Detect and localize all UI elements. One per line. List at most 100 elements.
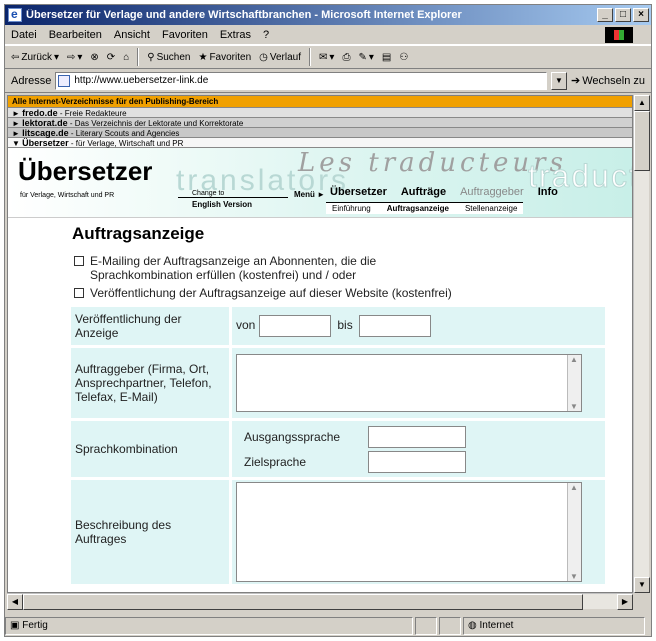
subnav-stellenanzeige[interactable]: Stellenanzeige bbox=[465, 204, 517, 213]
publication-option-label: Veröffentlichung der Auftragsanzeige auf… bbox=[90, 286, 452, 300]
description-textarea-scrollbar[interactable] bbox=[567, 483, 581, 581]
banner-word-traducteurs: Les traducteurs bbox=[298, 148, 567, 178]
edit-icon: ✎ bbox=[358, 51, 367, 63]
menu-bearbeiten[interactable]: Bearbeiten bbox=[49, 29, 102, 41]
main-nav: Übersetzer Aufträge Auftraggeber Info bbox=[330, 186, 558, 198]
status-zone-segment: ◍ Internet bbox=[463, 616, 645, 635]
page-done-icon: ▣ bbox=[10, 620, 23, 631]
browser-window: Übersetzer für Verlage und andere Wirtsc… bbox=[4, 4, 652, 637]
nav-auftraggeber[interactable]: Auftraggeber bbox=[460, 186, 524, 198]
print-button[interactable]: ⎙ bbox=[342, 52, 350, 63]
toolbar-separator bbox=[137, 48, 140, 66]
status-bar: ▣ Fertig ◍ Internet bbox=[5, 615, 651, 636]
toolbar-separator bbox=[309, 48, 312, 66]
address-dropdown-button[interactable]: ▼ bbox=[551, 71, 567, 90]
scroll-right-arrow-icon[interactable]: ▶ bbox=[617, 594, 633, 610]
address-bar: Adresse http://www.uebersetzer-link.de ▼… bbox=[5, 69, 651, 93]
horizontal-scrollbar[interactable]: ◀ ▶ bbox=[7, 593, 633, 610]
maximize-button[interactable]: □ bbox=[615, 8, 631, 22]
stop-icon: ⊗ bbox=[90, 51, 99, 63]
horizontal-scroll-thumb[interactable] bbox=[23, 594, 583, 610]
go-arrow-icon: ➔ bbox=[571, 75, 581, 87]
windows-logo-icon bbox=[605, 27, 633, 43]
bis-input[interactable] bbox=[359, 315, 432, 337]
scroll-left-arrow-icon[interactable]: ◀ bbox=[7, 594, 23, 610]
back-button[interactable]: ⇦ Zurück ▾ bbox=[11, 52, 59, 63]
nav-auftraege[interactable]: Aufträge bbox=[401, 186, 446, 198]
site-logo: Übersetzer bbox=[18, 156, 153, 186]
discuss-icon: ▤ bbox=[381, 51, 392, 63]
bis-label: bis bbox=[337, 318, 353, 333]
von-input[interactable] bbox=[258, 315, 331, 337]
publication-option: Veröffentlichung der Auftragsanzeige auf… bbox=[74, 286, 628, 300]
description-cell bbox=[232, 480, 605, 584]
target-lang-label: Zielsprache bbox=[244, 454, 307, 469]
favorites-icon: ★ bbox=[198, 51, 208, 63]
client-textarea[interactable] bbox=[236, 354, 582, 412]
emailing-option: E-Mailing der Auftragsanzeige an Abonnen… bbox=[74, 254, 628, 268]
description-textarea[interactable] bbox=[236, 482, 582, 582]
history-icon: ◷ bbox=[259, 51, 268, 63]
discuss-button[interactable]: ▤ bbox=[382, 52, 391, 63]
status-empty-segment bbox=[415, 616, 437, 635]
vertical-scrollbar[interactable]: ▲ ▼ bbox=[633, 95, 650, 593]
subnav-auftragsanzeige[interactable]: Auftragsanzeige bbox=[387, 204, 449, 213]
portal-link-lektorat[interactable]: ► lektorat.de - Das Verzeichnis der Lekt… bbox=[8, 118, 632, 128]
scroll-up-arrow-icon[interactable]: ▲ bbox=[634, 95, 650, 111]
address-url: http://www.uebersetzer-link.de bbox=[74, 75, 209, 86]
stop-button[interactable]: ⊗ bbox=[90, 52, 98, 63]
favorites-button[interactable]: ★ Favoriten bbox=[198, 52, 251, 63]
refresh-icon: ⟳ bbox=[106, 51, 116, 63]
vertical-scroll-thumb[interactable] bbox=[634, 111, 650, 171]
go-button[interactable]: ➔ Wechseln zu bbox=[571, 74, 651, 88]
status-text-segment: ▣ Fertig bbox=[5, 616, 413, 635]
language-cell: Ausgangssprache Zielsprache bbox=[232, 421, 605, 477]
menu-favoriten[interactable]: Favoriten bbox=[162, 29, 208, 41]
menu-help[interactable]: ? bbox=[263, 29, 269, 41]
edit-button[interactable]: ✎ ▾ bbox=[358, 52, 373, 63]
portal-link-litscage[interactable]: ► litscage.de - Literary Scouts and Agen… bbox=[8, 128, 632, 138]
forward-button[interactable]: ⇨ ▾ bbox=[67, 52, 82, 63]
page-icon bbox=[58, 74, 71, 87]
source-lang-input[interactable] bbox=[368, 425, 466, 448]
close-button[interactable]: × bbox=[633, 8, 649, 22]
nav-info[interactable]: Info bbox=[538, 186, 558, 198]
messenger-button[interactable]: ⚇ bbox=[399, 52, 408, 63]
portal-link-fredo[interactable]: ► fredo.de - Freie Redakteure bbox=[8, 108, 632, 118]
scroll-down-arrow-icon[interactable]: ▼ bbox=[634, 577, 650, 593]
messenger-icon: ⚇ bbox=[399, 51, 409, 63]
menu-ansicht[interactable]: Ansicht bbox=[114, 29, 150, 41]
english-version-link[interactable]: English Version bbox=[178, 200, 252, 209]
menu-label: Menü ► bbox=[294, 190, 326, 199]
client-cell bbox=[232, 348, 605, 418]
target-lang-input[interactable] bbox=[368, 450, 466, 473]
globe-icon: ◍ bbox=[468, 620, 480, 631]
mail-button[interactable]: ✉ ▾ bbox=[319, 52, 334, 63]
form-heading: Auftragsanzeige bbox=[72, 224, 205, 243]
history-button[interactable]: ◷ Verlauf bbox=[259, 52, 301, 63]
ie-app-icon bbox=[8, 7, 22, 22]
forward-arrow-icon: ⇨ bbox=[66, 51, 76, 63]
language-label: Sprachkombination bbox=[71, 421, 229, 477]
minimize-button[interactable]: _ bbox=[597, 8, 613, 22]
emailing-checkbox[interactable] bbox=[74, 256, 84, 266]
portal-header: Alle Internet-Verzeichnisse für den Publ… bbox=[8, 96, 632, 108]
site-banner: translators Les traducteurs traducto Übe… bbox=[8, 148, 632, 218]
address-input[interactable]: http://www.uebersetzer-link.de bbox=[55, 71, 547, 90]
back-arrow-icon: ⇦ bbox=[11, 51, 20, 63]
sub-nav: Einführung Auftragsanzeige Stellenanzeig… bbox=[326, 202, 524, 214]
emailing-label: E-Mailing der Auftragsanzeige an Abonnen… bbox=[90, 254, 377, 268]
subnav-einfuehrung[interactable]: Einführung bbox=[332, 204, 371, 213]
client-textarea-scrollbar[interactable] bbox=[567, 355, 581, 411]
menu-datei[interactable]: Datei bbox=[11, 29, 37, 41]
nav-uebersetzer[interactable]: Übersetzer bbox=[330, 186, 387, 198]
refresh-button[interactable]: ⟳ bbox=[107, 52, 115, 63]
menu-extras[interactable]: Extras bbox=[220, 29, 251, 41]
search-button[interactable]: ⚲ Suchen bbox=[147, 52, 190, 63]
source-lang-label: Ausgangssprache bbox=[244, 429, 341, 444]
order-form: Auftragsanzeige E-Mailing der Auftragsan… bbox=[68, 224, 628, 587]
portal-link-uebersetzer[interactable]: ▼ Übersetzer - für Verlage, Wirtschaft u… bbox=[8, 138, 632, 148]
publication-checkbox[interactable] bbox=[74, 288, 84, 298]
home-button[interactable]: ⌂ bbox=[123, 52, 129, 63]
print-icon: ⎙ bbox=[342, 51, 351, 63]
